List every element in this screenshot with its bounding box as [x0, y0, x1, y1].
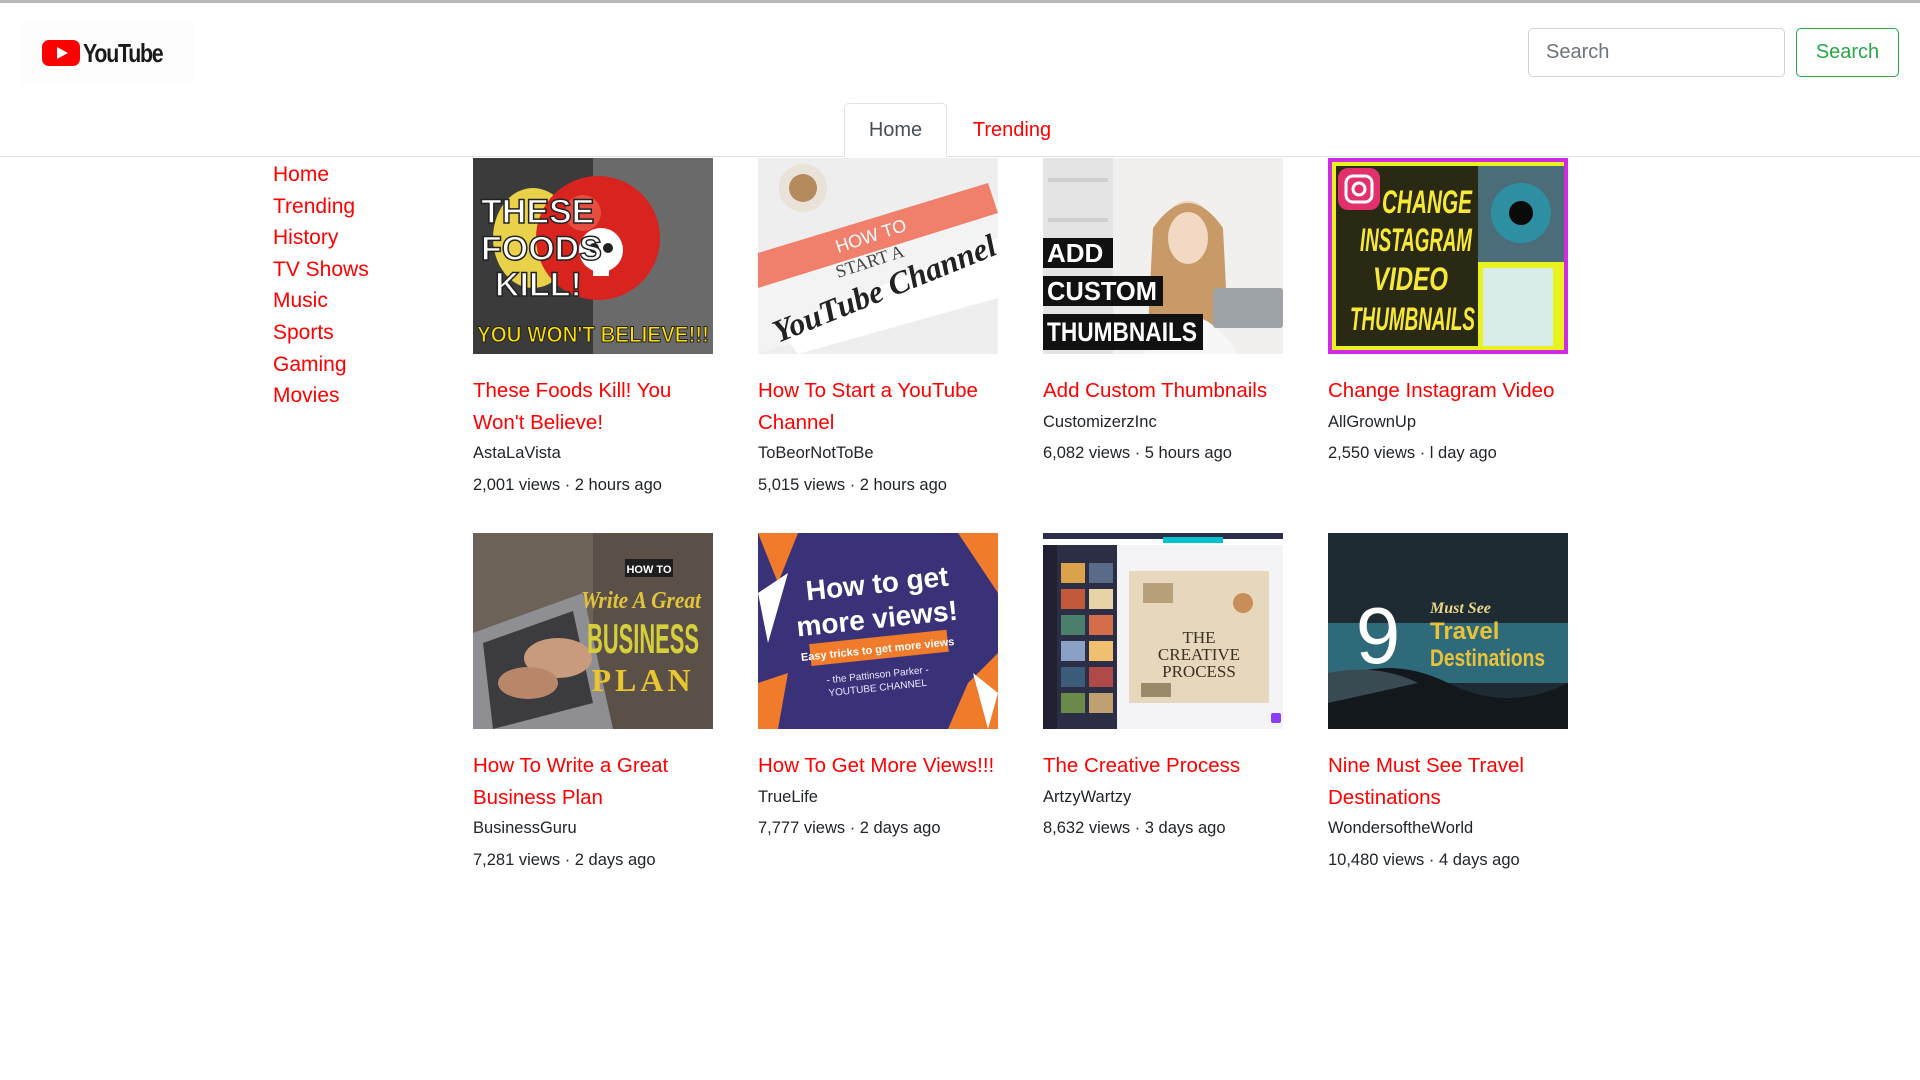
- video-meta: 2,001 views · 2 hours ago: [473, 475, 662, 494]
- tab-trending[interactable]: Trending: [957, 103, 1067, 157]
- thumb-text: 9: [1356, 591, 1401, 680]
- thumb-text: PROCESS: [1162, 662, 1236, 681]
- thumb-text: HOW TO: [626, 564, 671, 576]
- video-title[interactable]: How To Start a YouTube Channel: [758, 375, 998, 438]
- video-card[interactable]: HOW TO Write A Great BUSINESS PLAN How T…: [473, 533, 713, 876]
- video-title[interactable]: How To Get More Views!!!: [758, 750, 998, 782]
- video-title[interactable]: Change Instagram Video: [1328, 375, 1568, 407]
- video-thumbnail[interactable]: THESE FOODS KILL! YOU WON'T BELIEVE!!!: [473, 158, 713, 354]
- channel-name[interactable]: AllGrownUp: [1328, 407, 1568, 439]
- sidebar-item-trending[interactable]: Trending: [273, 191, 413, 223]
- search-button[interactable]: Search: [1796, 28, 1899, 77]
- video-meta: 2,550 views · l day ago: [1328, 444, 1497, 462]
- thumb-text: KILL!: [495, 266, 582, 304]
- sidebar-item-movies[interactable]: Movies: [273, 380, 413, 412]
- video-thumbnail[interactable]: THE CREATIVE PROCESS: [1043, 533, 1283, 729]
- thumb-text: YOU WON'T BELIEVE!!!: [477, 322, 709, 347]
- video-title[interactable]: Add Custom Thumbnails: [1043, 375, 1283, 407]
- thumb-text: Must See: [1429, 600, 1491, 617]
- video-card[interactable]: ADD CUSTOM THUMBNAILS Add Custom Thumbna…: [1043, 158, 1283, 470]
- sidebar-nav: Home Trending History TV Shows Music Spo…: [273, 159, 413, 412]
- thumb-text: THESE: [481, 193, 594, 231]
- thumb-text: FOODS: [481, 230, 602, 268]
- search-input[interactable]: [1528, 28, 1785, 77]
- sidebar-item-home[interactable]: Home: [273, 159, 413, 191]
- thumb-text: Write A Great: [581, 588, 702, 614]
- sidebar-item-tv-shows[interactable]: TV Shows: [273, 254, 413, 286]
- video-title[interactable]: Nine Must See Travel Destinations: [1328, 750, 1568, 813]
- video-thumbnail[interactable]: CHANGE INSTAGRAM VIDEO THUMBNAILS: [1328, 158, 1568, 354]
- video-title[interactable]: These Foods Kill! You Won't Believe!: [473, 375, 713, 438]
- logo-wordmark: YouTube: [82, 37, 164, 68]
- thumb-text: PLAN: [591, 662, 694, 698]
- video-meta: 6,082 views · 5 hours ago: [1043, 444, 1232, 462]
- video-meta: 7,777 views · 2 days ago: [758, 819, 941, 837]
- video-meta: 7,281 views · 2 days ago: [473, 850, 656, 869]
- channel-name[interactable]: CustomizerzInc: [1043, 407, 1283, 439]
- video-title[interactable]: The Creative Process: [1043, 750, 1283, 782]
- top-border: [0, 0, 1920, 3]
- thumb-text: CHANGE: [1382, 184, 1473, 220]
- video-thumbnail[interactable]: ADD CUSTOM THUMBNAILS: [1043, 158, 1283, 354]
- sidebar-item-history[interactable]: History: [273, 222, 413, 254]
- video-thumbnail[interactable]: How to get more views! Easy tricks to ge…: [758, 533, 998, 729]
- video-card[interactable]: HOW TO START A YouTube Channel How To St…: [758, 158, 998, 501]
- thumb-text: INSTAGRAM: [1360, 222, 1473, 258]
- thumb-text: THUMBNAILS: [1047, 317, 1197, 347]
- video-card[interactable]: How to get more views! Easy tricks to ge…: [758, 533, 998, 845]
- thumb-text: Travel: [1430, 618, 1499, 645]
- channel-name[interactable]: TrueLife: [758, 782, 998, 814]
- video-title[interactable]: How To Write a Great Business Plan: [473, 750, 713, 813]
- thumb-text: CUSTOM: [1047, 276, 1157, 306]
- video-meta: 8,632 views · 3 days ago: [1043, 819, 1226, 837]
- channel-name[interactable]: BusinessGuru: [473, 813, 713, 845]
- channel-name[interactable]: WondersoftheWorld: [1328, 813, 1568, 845]
- sidebar-item-music[interactable]: Music: [273, 285, 413, 317]
- video-card[interactable]: THESE FOODS KILL! YOU WON'T BELIEVE!!! T…: [473, 158, 713, 501]
- youtube-logo[interactable]: YouTube: [20, 22, 194, 84]
- video-card[interactable]: 9 Must See Travel Destinations Nine Must…: [1328, 533, 1568, 876]
- tab-home[interactable]: Home: [844, 103, 947, 157]
- video-thumbnail[interactable]: 9 Must See Travel Destinations: [1328, 533, 1568, 729]
- video-thumbnail[interactable]: HOW TO START A YouTube Channel: [758, 158, 998, 354]
- video-meta: 10,480 views · 4 days ago: [1328, 850, 1520, 869]
- sidebar-item-gaming[interactable]: Gaming: [273, 349, 413, 381]
- video-meta: 5,015 views · 2 hours ago: [758, 475, 947, 494]
- thumb-text: VIDEO: [1373, 261, 1448, 297]
- thumb-text: ADD: [1047, 238, 1103, 268]
- channel-name[interactable]: AstaLaVista: [473, 438, 713, 470]
- sidebar-item-sports[interactable]: Sports: [273, 317, 413, 349]
- thumb-text: Destinations: [1430, 645, 1545, 672]
- video-card[interactable]: CHANGE INSTAGRAM VIDEO THUMBNAILS Change…: [1328, 158, 1568, 470]
- video-thumbnail[interactable]: HOW TO Write A Great BUSINESS PLAN: [473, 533, 713, 729]
- channel-name[interactable]: ToBeorNotToBe: [758, 438, 998, 470]
- play-logo-icon: [41, 40, 80, 66]
- channel-name[interactable]: ArtzyWartzy: [1043, 782, 1283, 814]
- thumb-text: THUMBNAILS: [1350, 301, 1475, 337]
- thumb-text: BUSINESS: [587, 615, 699, 662]
- video-card[interactable]: THE CREATIVE PROCESS The Creative Proces…: [1043, 533, 1283, 845]
